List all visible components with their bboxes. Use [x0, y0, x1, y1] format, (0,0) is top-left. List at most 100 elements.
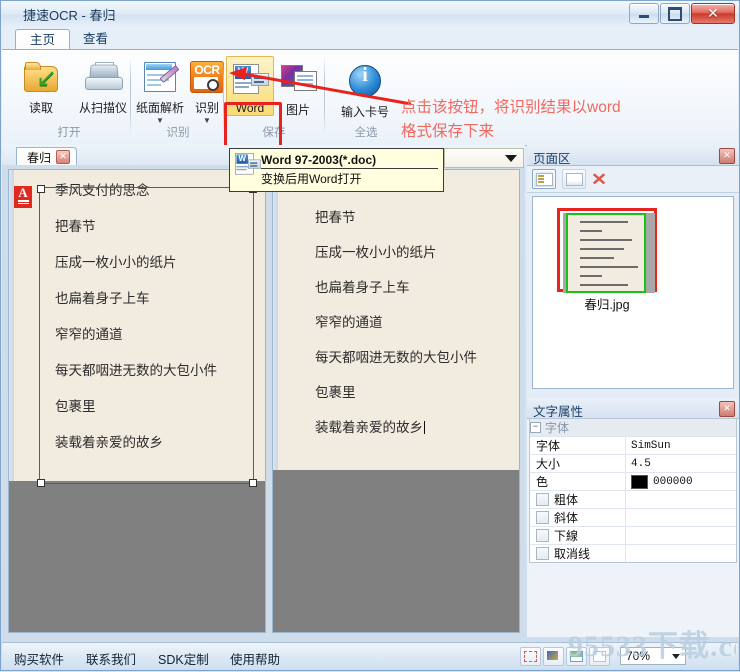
image-view-icon[interactable]	[543, 647, 564, 666]
maximize-button[interactable]	[660, 3, 690, 24]
read-button[interactable]: ↙ 读取	[10, 54, 72, 116]
minimize-button[interactable]	[629, 3, 659, 24]
text-properties-grid: − 字体 字体 SimSun 大小 4.5 色 000000 粗体 斜体 下線 …	[529, 418, 737, 563]
property-label: 大小	[530, 455, 626, 472]
bold-checkbox[interactable]	[536, 493, 549, 506]
info-icon	[349, 61, 381, 101]
result-line: 把春节	[315, 210, 356, 226]
window-title: 捷速OCR - 春归	[23, 8, 116, 23]
ribbon-group-recognize: 纸面解析 ▼ OCR 识别 ▼ 识别	[134, 50, 224, 145]
list-view-icon[interactable]	[562, 169, 586, 189]
input-card-number-button[interactable]: 输入卡号	[332, 58, 398, 120]
page-thumbnail-list[interactable]: 春归.jpg	[532, 196, 734, 389]
application-window: 捷速OCR - 春归 ✕ 主页 查看 ↙ 读取 从扫描仪 打开 纸面解析 ▼ O…	[0, 0, 740, 671]
property-label: 色	[530, 473, 626, 490]
ribbon-group-open-label: 打开	[57, 127, 81, 139]
save-word-button[interactable]: W Word	[226, 56, 274, 116]
page-analysis-button-label: 纸面解析	[135, 101, 184, 115]
document-tab-close-icon[interactable]: ✕	[56, 150, 71, 164]
result-line: 窄窄的通道	[315, 315, 383, 331]
recognize-caret-icon[interactable]: ▼	[203, 117, 211, 125]
page-panel-close-icon[interactable]: ✕	[719, 148, 735, 164]
right-dock: 页面区 ✕ ✕ 春归.jpg 文字属性 ✕ − 字体 字体 SimSun 大小 …	[527, 145, 739, 637]
property-row-color[interactable]: 色 000000	[530, 473, 736, 491]
tooltip-subtitle: 变换后用Word打开	[261, 172, 362, 186]
select-view-icon[interactable]	[520, 647, 541, 666]
property-label: 字体	[530, 437, 626, 454]
result-document-pane[interactable]: 季风支付的思念 把春节 压成一枚小小的纸片 也扁着身子上车 窄窄的通道 每天都咽…	[272, 169, 520, 633]
save-word-button-label: Word	[235, 101, 265, 115]
result-paper: 季风支付的思念 把春节 压成一枚小小的纸片 也扁着身子上车 窄窄的通道 每天都咽…	[273, 170, 519, 470]
property-row-size[interactable]: 大小 4.5	[530, 455, 736, 473]
property-label: 粗体	[554, 493, 579, 507]
help-link[interactable]: 使用帮助	[230, 649, 280, 668]
buy-software-link[interactable]: 购买软件	[14, 649, 64, 668]
collapse-icon[interactable]: −	[530, 422, 541, 433]
annotation-note: 点击该按钮，将识别结果以word 格式保存下来	[401, 99, 621, 140]
result-line: 也扁着身子上车	[315, 280, 410, 296]
text-selection-rectangle[interactable]	[36, 184, 257, 487]
page-panel-title: 页面区	[533, 152, 571, 166]
scanner-icon	[85, 57, 123, 97]
thumbnail-page-border	[557, 208, 657, 293]
resize-handle-bottom-left[interactable]	[36, 478, 45, 487]
property-label: 下線	[554, 529, 579, 543]
ocr-icon: OCR	[190, 57, 224, 97]
delete-page-icon[interactable]: ✕	[591, 171, 607, 188]
document-tab-chungui[interactable]: 春归 ✕	[16, 147, 78, 166]
property-row-strikethrough[interactable]: 取消线	[530, 545, 736, 562]
resize-handle-top-left[interactable]	[36, 184, 45, 193]
ribbon-group-recognize-label: 识别	[166, 127, 190, 139]
result-line: 包裹里	[315, 385, 356, 401]
property-group-label: 字体	[545, 421, 570, 435]
property-row-bold[interactable]: 粗体	[530, 491, 736, 509]
close-button[interactable]: ✕	[691, 3, 735, 24]
page-thumbnail-item[interactable]: 春归.jpg	[557, 208, 657, 312]
group-divider-2	[223, 56, 224, 134]
page-panel-toolbar: ✕	[527, 166, 739, 193]
resize-handle-bottom-right[interactable]	[248, 478, 257, 487]
property-row-italic[interactable]: 斜体	[530, 509, 736, 527]
tab-home[interactable]: 主页	[15, 29, 71, 51]
title-bar: 捷速OCR - 春归 ✕	[1, 1, 739, 27]
property-value[interactable]: 4.5	[626, 458, 736, 470]
text-properties-header: 文字属性 ✕	[527, 398, 739, 419]
recognize-button[interactable]: OCR 识别 ▼	[186, 54, 228, 125]
italic-checkbox[interactable]	[536, 511, 549, 524]
result-line: 装载着亲爱的故乡	[315, 420, 423, 436]
chevron-down-icon	[505, 155, 517, 162]
status-bar: 购买软件 联系我们 SDK定制 使用帮助 70% 95533下载.com	[2, 630, 738, 669]
recognize-button-label: 识别	[194, 101, 219, 115]
property-row-underline[interactable]: 下線	[530, 527, 736, 545]
sdk-custom-link[interactable]: SDK定制	[158, 649, 209, 668]
property-value[interactable]: SimSun	[626, 440, 736, 452]
page-analysis-caret-icon[interactable]: ▼	[156, 117, 164, 125]
source-document-pane[interactable]: A 季风支付的思念 把春节 压成一枚小小的纸片 也扁着身子上车 窄窄的通道 每天…	[8, 169, 266, 633]
save-image-button-label: 图片	[285, 103, 310, 117]
word-export-icon: W	[233, 59, 269, 99]
ribbon-group-save: W Word 图片 保存	[226, 50, 322, 145]
from-scanner-button[interactable]: 从扫描仪	[72, 54, 134, 116]
format-combo-box[interactable]	[444, 148, 524, 168]
pane-right-gutter	[273, 170, 278, 470]
strikethrough-checkbox[interactable]	[536, 547, 549, 560]
tab-view[interactable]: 查看	[69, 29, 122, 50]
word-format-tooltip: W Word 97-2003(*.doc) 变换后用Word打开	[229, 148, 444, 192]
result-text[interactable]: 季风支付的思念 把春节 压成一枚小小的纸片 也扁着身子上车 窄窄的通道 每天都咽…	[315, 176, 477, 456]
ribbon-tab-strip: 主页 查看	[1, 27, 739, 51]
close-icon: ✕	[707, 5, 719, 22]
contact-us-link[interactable]: 联系我们	[86, 649, 136, 668]
color-swatch[interactable]	[631, 474, 648, 489]
open-folder-icon: ↙	[24, 57, 58, 97]
save-image-button[interactable]: 图片	[274, 56, 322, 118]
thumbnail-view-icon[interactable]	[532, 169, 556, 189]
underline-checkbox[interactable]	[536, 529, 549, 542]
thumbnail-filename: 春归.jpg	[584, 298, 630, 312]
property-row-font[interactable]: 字体 SimSun	[530, 437, 736, 455]
text-properties-close-icon[interactable]: ✕	[719, 401, 735, 417]
page-analysis-button[interactable]: 纸面解析 ▼	[134, 54, 186, 125]
property-group-font[interactable]: − 字体	[530, 419, 736, 437]
property-value: 000000	[653, 475, 693, 488]
result-line: 每天都咽进无数的大包小件	[315, 350, 477, 366]
read-button-label: 读取	[28, 101, 53, 115]
